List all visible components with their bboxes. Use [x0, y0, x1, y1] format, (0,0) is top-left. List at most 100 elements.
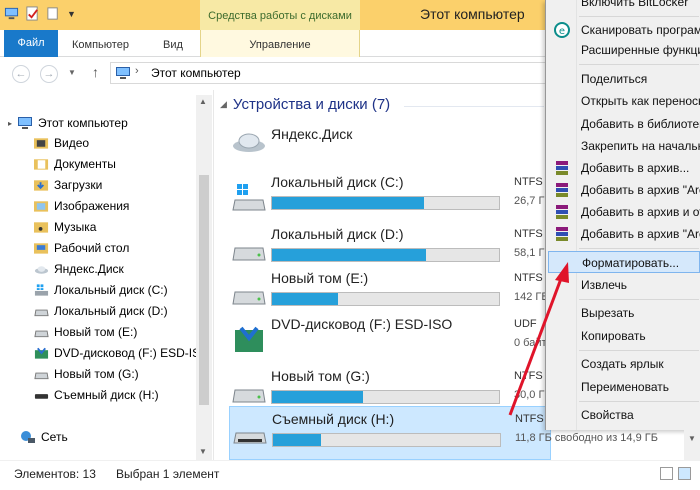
eset-icon: e	[554, 22, 570, 38]
pictures-folder-icon	[34, 201, 49, 212]
scrollbar-thumb[interactable]	[199, 175, 209, 405]
winrar-icon	[556, 183, 568, 197]
menu-item-label: Расширенные функции	[581, 43, 700, 57]
sidebar-item-drive-d[interactable]: Локальный диск (D:)	[34, 301, 168, 321]
forward-button[interactable]: →	[40, 65, 58, 83]
drive-tile-h[interactable]: Съемный диск (H:) NTFS 11,8 ГБ свободно …	[229, 406, 658, 460]
recent-locations-chevron-icon[interactable]: ▼	[68, 68, 76, 77]
menu-item-add-to-archive-rar[interactable]: Добавить в архив "Archive.rar"	[548, 179, 700, 201]
address-bar[interactable]: › Этот компьютер	[110, 62, 550, 84]
sidebar-item-drive-h[interactable]: Съемный диск (H:)	[34, 385, 159, 405]
sidebar-item-label: Яндекс.Диск	[54, 262, 124, 276]
drive-tile-f[interactable]: DVD-дисковод (F:) ESD-ISO UDF 0 байт сво…	[229, 312, 647, 366]
tab-view[interactable]: Вид	[163, 34, 183, 56]
sidebar-item-this-pc[interactable]: ▸ Этот компьютер	[8, 113, 128, 133]
drive-tile-c[interactable]: Локальный диск (C:) NTFS 26,7 ГБ свободн…	[229, 170, 658, 224]
sidebar-item-documents[interactable]: Документы	[34, 154, 116, 174]
sidebar-item-music[interactable]: Музыка	[34, 217, 96, 237]
up-button[interactable]: ↑	[92, 64, 99, 80]
drive-name: Новый том (G:)	[271, 368, 370, 384]
computer-icon	[18, 117, 33, 129]
navigation-pane: ▸ Этот компьютер Видео Документы Загрузк…	[0, 90, 213, 460]
details-view-icon[interactable]	[660, 467, 673, 480]
winrar-icon	[556, 227, 568, 241]
music-folder-icon	[34, 222, 49, 233]
breadcrumb-separator-icon[interactable]: ›	[135, 65, 139, 77]
sidebar-item-drive-g[interactable]: Новый том (G:)	[34, 364, 139, 384]
menu-item-label: Закрепить на начальном экране	[581, 139, 700, 153]
drive-name: DVD-дисковод (F:) ESD-ISO	[271, 316, 453, 332]
properties-icon[interactable]	[25, 6, 40, 21]
menu-item-properties[interactable]: Свойства	[548, 404, 700, 426]
new-folder-icon[interactable]	[46, 6, 61, 21]
drive-usage-bar	[271, 292, 500, 306]
sidebar-item-desktop[interactable]: Рабочий стол	[34, 238, 129, 258]
tab-file[interactable]: Файл	[4, 30, 58, 57]
sidebar-item-label: Новый том (E:)	[54, 325, 138, 339]
expand-chevron-icon[interactable]: ▸	[8, 119, 12, 128]
menu-item-add-to-library[interactable]: Добавить в библиотеку	[548, 113, 700, 135]
scroll-down-icon[interactable]: ▼	[199, 447, 207, 456]
menu-item-label: Создать ярлык	[581, 357, 664, 371]
scroll-down-icon[interactable]: ▼	[688, 434, 696, 443]
file-system-label: NTFS	[514, 228, 543, 240]
navigation-scrollbar[interactable]: ▲ ▼	[196, 95, 212, 460]
menu-item-eject[interactable]: Извлечь	[548, 274, 700, 296]
sidebar-item-label: Локальный диск (D:)	[54, 304, 168, 318]
context-menu: Включить BitLocker e Сканировать програм…	[545, 0, 700, 430]
sidebar-item-drive-c[interactable]: Локальный диск (C:)	[34, 280, 168, 300]
dvd-drive-icon	[34, 347, 49, 359]
scroll-up-icon[interactable]: ▲	[199, 97, 207, 106]
customize-qat-chevron-icon[interactable]: ▼	[67, 9, 76, 19]
selection-count: Выбран 1 элемент	[116, 467, 220, 481]
sidebar-item-pictures[interactable]: Изображения	[34, 196, 129, 216]
menu-item-format[interactable]: Форматировать...	[548, 251, 700, 273]
menu-item-archive-and-email[interactable]: Добавить в архив и отправить по e-mail..…	[548, 201, 700, 223]
menu-item-eset-scan[interactable]: e Сканировать программой ESET	[548, 19, 700, 41]
sidebar-item-downloads[interactable]: Загрузки	[34, 175, 102, 195]
content-scrollbar[interactable]: ▼	[684, 430, 700, 460]
drive-name: Локальный диск (C:)	[271, 174, 404, 190]
menu-item-copy[interactable]: Копировать	[548, 325, 700, 347]
back-button[interactable]: ←	[12, 65, 30, 83]
menu-item-rename[interactable]: Переименовать	[548, 376, 700, 398]
sidebar-item-network[interactable]: Сеть	[20, 427, 68, 447]
file-system-label: NTFS	[514, 272, 543, 284]
sidebar-item-drive-e[interactable]: Новый том (E:)	[34, 322, 137, 342]
menu-item-pin-to-start[interactable]: Закрепить на начальном экране	[548, 135, 700, 157]
menu-item-create-shortcut[interactable]: Создать ярлык	[548, 353, 700, 375]
menu-item-advanced[interactable]: Расширенные функции	[548, 39, 700, 61]
menu-item-open-as-portable[interactable]: Открыть как переносное устройство	[548, 90, 700, 112]
menu-item-archive-rar-and-email[interactable]: Добавить в архив "Archive.rar" и отправи…	[548, 223, 700, 245]
sidebar-item-yandex-disk[interactable]: Яндекс.Диск	[34, 259, 124, 279]
menu-item-label: Сканировать программой ESET	[581, 23, 700, 37]
collapse-chevron-icon[interactable]: ◢	[220, 99, 227, 110]
tab-manage[interactable]: Управление	[200, 30, 360, 57]
sidebar-item-label: Локальный диск (C:)	[54, 283, 168, 297]
menu-item-cut[interactable]: Вырезать	[548, 302, 700, 324]
menu-separator	[579, 350, 699, 351]
sidebar-item-video[interactable]: Видео	[34, 133, 89, 153]
tab-computer[interactable]: Компьютер	[72, 34, 129, 56]
drive-icon	[232, 247, 266, 261]
removable-drive-icon	[233, 432, 267, 444]
menu-separator	[579, 401, 699, 402]
computer-icon	[116, 67, 130, 79]
menu-item-label: Вырезать	[581, 306, 635, 320]
menu-item-label: Включить BitLocker	[581, 0, 689, 9]
menu-item-label: Копировать	[581, 329, 646, 343]
sidebar-item-label: Съемный диск (H:)	[54, 388, 159, 402]
drive-usage-bar	[271, 390, 500, 404]
menu-item-share[interactable]: Поделиться	[548, 68, 700, 90]
menu-item-bitlocker[interactable]: Включить BitLocker	[548, 0, 700, 13]
breadcrumb[interactable]: Этот компьютер	[151, 66, 241, 80]
menu-item-add-to-archive[interactable]: Добавить в архив...	[548, 157, 700, 179]
context-tab-title: Средства работы с дисками	[200, 0, 360, 30]
large-icons-view-icon[interactable]	[678, 467, 691, 480]
menu-separator	[579, 299, 699, 300]
sidebar-item-drive-f[interactable]: DVD-дисковод (F:) ESD-ISO	[34, 343, 209, 363]
drive-tile-yandex-disk[interactable]: Яндекс.Диск	[229, 120, 551, 160]
sidebar-item-label: Документы	[54, 157, 116, 171]
menu-item-label: Свойства	[581, 408, 634, 422]
group-header[interactable]: ◢ Устройства и диски (7)	[220, 96, 390, 113]
